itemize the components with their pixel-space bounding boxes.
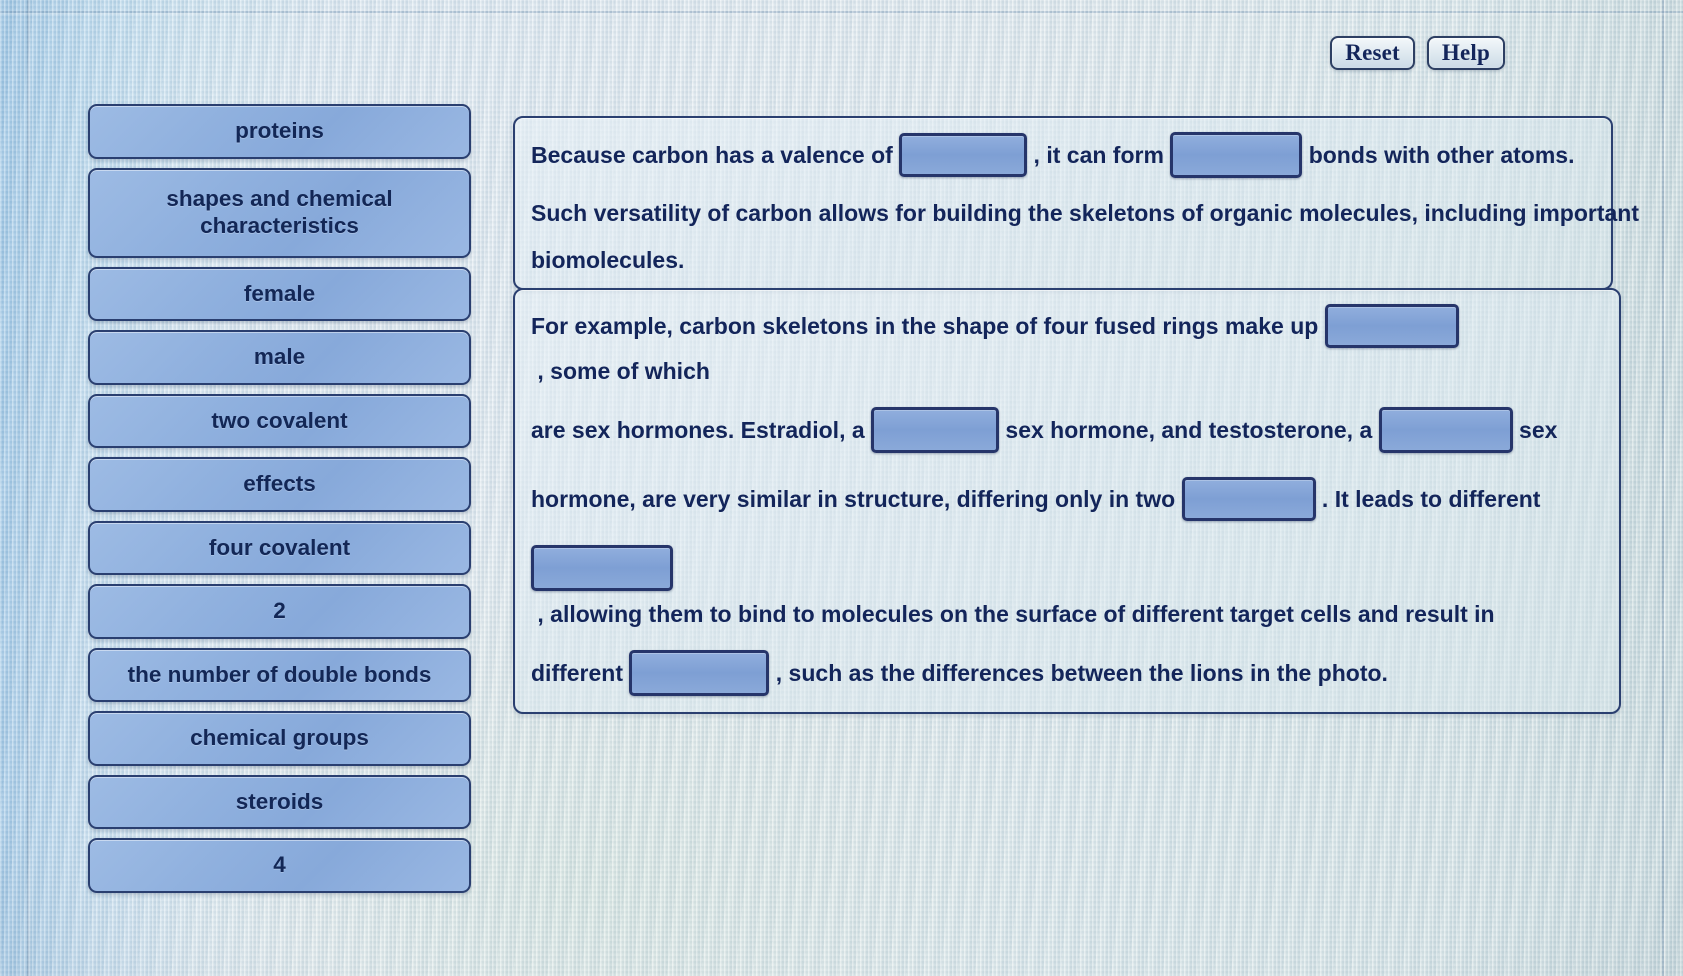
drop-target-blank[interactable] bbox=[1170, 132, 1303, 178]
sentence-text: Such versatility of carbon allows for bu… bbox=[531, 200, 1639, 226]
sentence-text: biomolecules. bbox=[531, 247, 685, 273]
sentence-text: , some of which bbox=[531, 358, 710, 384]
panel-2-flow: For example, carbon skeletons in the sha… bbox=[531, 304, 1603, 696]
sentence-text: bonds with other atoms. bbox=[1302, 141, 1575, 168]
sentence-text: hormone, are very similar in structure, … bbox=[531, 485, 1182, 512]
drop-target-blank[interactable] bbox=[899, 133, 1028, 177]
sentence-text: , it can form bbox=[1027, 141, 1171, 168]
sentence-text: Because carbon has a valence of bbox=[531, 141, 900, 168]
drop-target-blank[interactable] bbox=[629, 650, 770, 696]
drop-target-blank[interactable] bbox=[531, 545, 673, 591]
answer-panel-1: Because carbon has a valence of , it can… bbox=[513, 116, 1639, 290]
word-bank-tile[interactable]: the number of double bonds bbox=[88, 647, 471, 703]
sentence-text: are sex hormones. Estradiol, a bbox=[531, 416, 872, 443]
word-bank-tile[interactable]: shapes and chemical characteristics bbox=[88, 167, 471, 258]
sentence-text: For example, carbon skeletons in the sha… bbox=[531, 312, 1325, 339]
sentence-text: . It leads to different bbox=[1315, 485, 1541, 512]
drop-target-blank[interactable] bbox=[1378, 407, 1513, 453]
sentence-text: sex hormone, and testosterone, a bbox=[999, 416, 1379, 443]
sentence-text: sex bbox=[1512, 416, 1558, 443]
answer-panel-2: For example, carbon skeletons in the sha… bbox=[513, 288, 1621, 714]
word-bank-tile[interactable]: two covalent bbox=[88, 393, 471, 449]
exercise-screen: Reset Help proteins shapes and chemical c… bbox=[0, 0, 1683, 976]
word-bank-tile[interactable]: proteins bbox=[88, 104, 471, 159]
drop-target-blank[interactable] bbox=[1324, 304, 1459, 348]
word-bank: proteins shapes and chemical characterist… bbox=[88, 104, 471, 894]
word-bank-tile[interactable]: male bbox=[88, 330, 471, 385]
word-bank-tile[interactable]: female bbox=[88, 266, 471, 322]
word-bank-tile[interactable]: effects bbox=[88, 457, 471, 512]
sentence-text: , such as the differences between the li… bbox=[769, 659, 1388, 686]
word-bank-tile[interactable]: 4 bbox=[88, 838, 471, 894]
panel-1-flow: Because carbon has a valence of , it can… bbox=[531, 132, 1639, 273]
sentence-text: different bbox=[531, 659, 630, 686]
word-bank-tile[interactable]: steroids bbox=[88, 774, 471, 830]
drop-target-blank[interactable] bbox=[871, 407, 1000, 453]
word-bank-tile[interactable]: chemical groups bbox=[88, 711, 471, 766]
word-bank-tile[interactable]: four covalent bbox=[88, 520, 471, 576]
drop-target-blank[interactable] bbox=[1181, 477, 1316, 521]
sentence-text: , allowing them to bind to molecules on … bbox=[531, 601, 1495, 627]
reset-button[interactable]: Reset bbox=[1330, 36, 1415, 70]
help-button[interactable]: Help bbox=[1426, 36, 1505, 70]
toolbar: Reset Help bbox=[1330, 36, 1505, 70]
word-bank-tile[interactable]: 2 bbox=[88, 584, 471, 639]
